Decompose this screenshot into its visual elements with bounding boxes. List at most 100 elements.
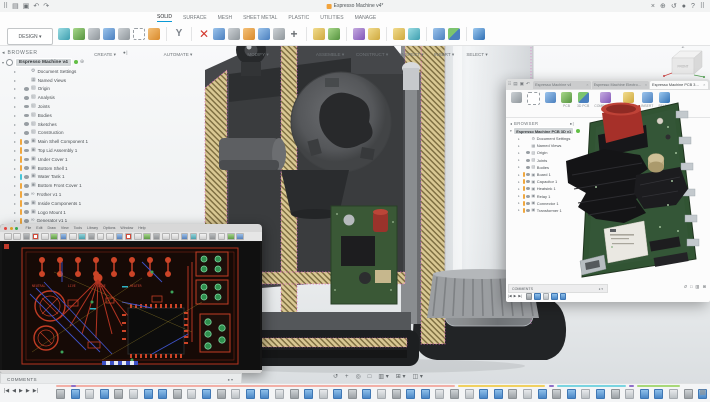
go-to-end-button[interactable]: ▶| [33, 389, 38, 394]
expand-arrow-icon[interactable]: ▸ [14, 139, 18, 144]
visibility-eye-icon[interactable] [24, 96, 29, 100]
ribbon-group-label[interactable]: INSERT ▾ [434, 52, 454, 58]
timeline-feature-icon[interactable] [129, 389, 138, 399]
browser-tree-item[interactable]: ▸ ▣ Top Lid Assembly 1 [2, 146, 132, 155]
timeline-feature-icon[interactable] [158, 389, 167, 399]
ribbon-group-label[interactable]: SELECT ▾ [466, 52, 487, 58]
ribbon-group-label[interactable]: CREATE ▾ [94, 52, 116, 58]
expand-arrow-icon[interactable]: ▸ [14, 78, 18, 83]
ribbon-group-label[interactable]: AUTOMATE ▾ [164, 52, 193, 58]
expand-arrow-icon[interactable]: ▸ [14, 113, 18, 118]
expand-arrow-icon[interactable]: ▾ [510, 129, 512, 133]
step-back-button[interactable]: ◀ [12, 389, 16, 394]
doc-tab-pcb-3d[interactable]: Espresso Machine PCB 3D v1× [650, 81, 707, 89]
doc-tab-espresso-machine[interactable]: Espresso Machine v4× [533, 81, 590, 89]
expand-arrow-icon[interactable]: ▸ [518, 194, 522, 198]
view-cube[interactable]: Z FRONT [660, 42, 708, 78]
go-to-start-button[interactable]: |◀ [4, 389, 9, 394]
ribbon-group-label[interactable]: INSPECT ▾ [400, 52, 423, 58]
collapse-panel-icon[interactable]: ◂ [2, 50, 5, 56]
pcb-tool-icon[interactable] [181, 233, 189, 241]
display-settings-icon[interactable]: ▥ ▾ [378, 374, 388, 380]
help-icon[interactable]: ? [691, 3, 695, 10]
timeline-feature-icon[interactable] [71, 389, 80, 399]
timeline-feature-icon[interactable] [654, 389, 663, 399]
combine-icon[interactable] [258, 28, 270, 40]
automate-icon[interactable]: Y [173, 28, 185, 40]
browser-tree-item[interactable]: ▸ ▦ Named Views [2, 76, 132, 85]
separator[interactable] [306, 27, 307, 41]
timeline-feature-icon[interactable] [435, 389, 444, 399]
expand-arrow-icon[interactable]: ▸ [518, 173, 522, 177]
timeline-feature-icon[interactable] [85, 389, 94, 399]
go-to-end-button[interactable]: ▶| [518, 295, 522, 299]
browser-tree-item[interactable]: ▸ ▣ Inside Components 1 [2, 199, 132, 208]
expand-arrow-icon[interactable]: ▸ [518, 208, 522, 212]
form-icon[interactable] [58, 28, 70, 40]
timeline-feature-icon[interactable] [290, 389, 299, 399]
pcb-tool-icon[interactable] [116, 233, 124, 241]
browser-tree-item[interactable]: ▸ ▧ Joints [510, 157, 576, 164]
timeline-feature-icon[interactable] [114, 389, 123, 399]
timeline-feature-icon[interactable] [508, 389, 517, 399]
timeline-feature-icon[interactable] [538, 389, 547, 399]
timeline-feature-icon[interactable] [526, 293, 533, 300]
timeline-feature-icon[interactable] [260, 389, 269, 399]
document-stack-icon[interactable] [511, 92, 522, 104]
browser-tree-item[interactable]: ▸ ▧ Joints [2, 102, 132, 111]
separator[interactable] [346, 27, 347, 41]
pcb-tool-icon[interactable] [97, 233, 105, 241]
visibility-eye-icon[interactable] [526, 180, 530, 183]
pcb-tool-icon[interactable] [32, 233, 40, 241]
close-tab-icon[interactable]: × [643, 82, 647, 87]
tab-solid[interactable]: SOLID [157, 14, 172, 22]
new-component-icon[interactable] [313, 28, 325, 40]
browser-header[interactable]: ◂ BROWSER ●∣ [510, 119, 576, 127]
split-body-icon[interactable] [273, 28, 285, 40]
loft-icon[interactable] [133, 28, 145, 40]
visibility-eye-icon[interactable] [526, 151, 530, 154]
pcb-tool-icon[interactable] [60, 233, 68, 241]
browser-tree-item[interactable]: ▸ ▧ Construction [2, 129, 132, 138]
expand-arrow-icon[interactable]: ▸ [14, 148, 18, 153]
visibility-eye-icon[interactable] [24, 114, 29, 118]
visibility-eye-icon[interactable] [24, 140, 29, 144]
browser-root-item[interactable]: ▾ Espresso Machine PCB 3D v1 [510, 127, 576, 135]
pcb-tool-icon[interactable] [218, 233, 226, 241]
file-menu-icon[interactable]: ▤ [513, 82, 517, 87]
expand-arrow-icon[interactable]: ▸ [14, 174, 18, 179]
ribbon-group-label[interactable]: MODIFY ▾ [247, 52, 268, 58]
move-copy-icon[interactable]: + [288, 28, 300, 40]
close-tab-icon[interactable]: × [584, 82, 588, 87]
timeline-feature-icon[interactable] [611, 389, 620, 399]
pcb-tool-icon[interactable] [78, 233, 86, 241]
timeline-feature-icon[interactable] [377, 389, 386, 399]
pcb-editor-window[interactable]: FileEditDrawViewToolsLibraryOptionsWindo… [0, 224, 262, 373]
timeline-feature-icon[interactable] [523, 389, 532, 399]
fit-icon[interactable]: □ [368, 374, 372, 380]
zoom-window-icon[interactable] [15, 227, 18, 230]
expand-arrow-icon[interactable]: ▾ [2, 60, 4, 65]
viewports-icon[interactable]: ◫ ▾ [413, 374, 423, 380]
apps-grid-icon[interactable]: ⠿ [508, 82, 511, 87]
visibility-eye-icon[interactable] [526, 202, 530, 205]
timeline-feature-icon[interactable] [551, 293, 558, 300]
menu-item[interactable]: Window [120, 226, 133, 230]
timeline-feature-icon[interactable] [319, 389, 328, 399]
browser-tree-item[interactable]: ▸ ▣ Heatsink 1 [510, 185, 576, 192]
menu-item[interactable]: Help [138, 226, 145, 230]
visibility-eye-icon[interactable] [526, 173, 530, 176]
pcb-tool-icon[interactable] [23, 233, 31, 241]
browser-tree-item[interactable]: ▸ ▧ Origin [2, 85, 132, 94]
visibility-eye-icon[interactable] [24, 210, 29, 214]
construction-axis-icon[interactable] [368, 28, 380, 40]
timeline-feature-icon[interactable] [625, 389, 634, 399]
redo-icon[interactable]: ↷ [43, 3, 49, 10]
expand-arrow-icon[interactable]: ▸ [14, 183, 18, 188]
pan-icon[interactable]: + [345, 374, 349, 380]
visibility-eye-icon[interactable] [24, 122, 29, 126]
orbit-icon[interactable]: ↺ [333, 374, 338, 380]
ribbon-group-label[interactable]: CONSTRUCT ▾ [356, 52, 388, 58]
browser-tree-item[interactable]: ▸ ⚙ Document Settings [2, 67, 132, 76]
expand-arrow-icon[interactable]: ▸ [518, 180, 522, 184]
